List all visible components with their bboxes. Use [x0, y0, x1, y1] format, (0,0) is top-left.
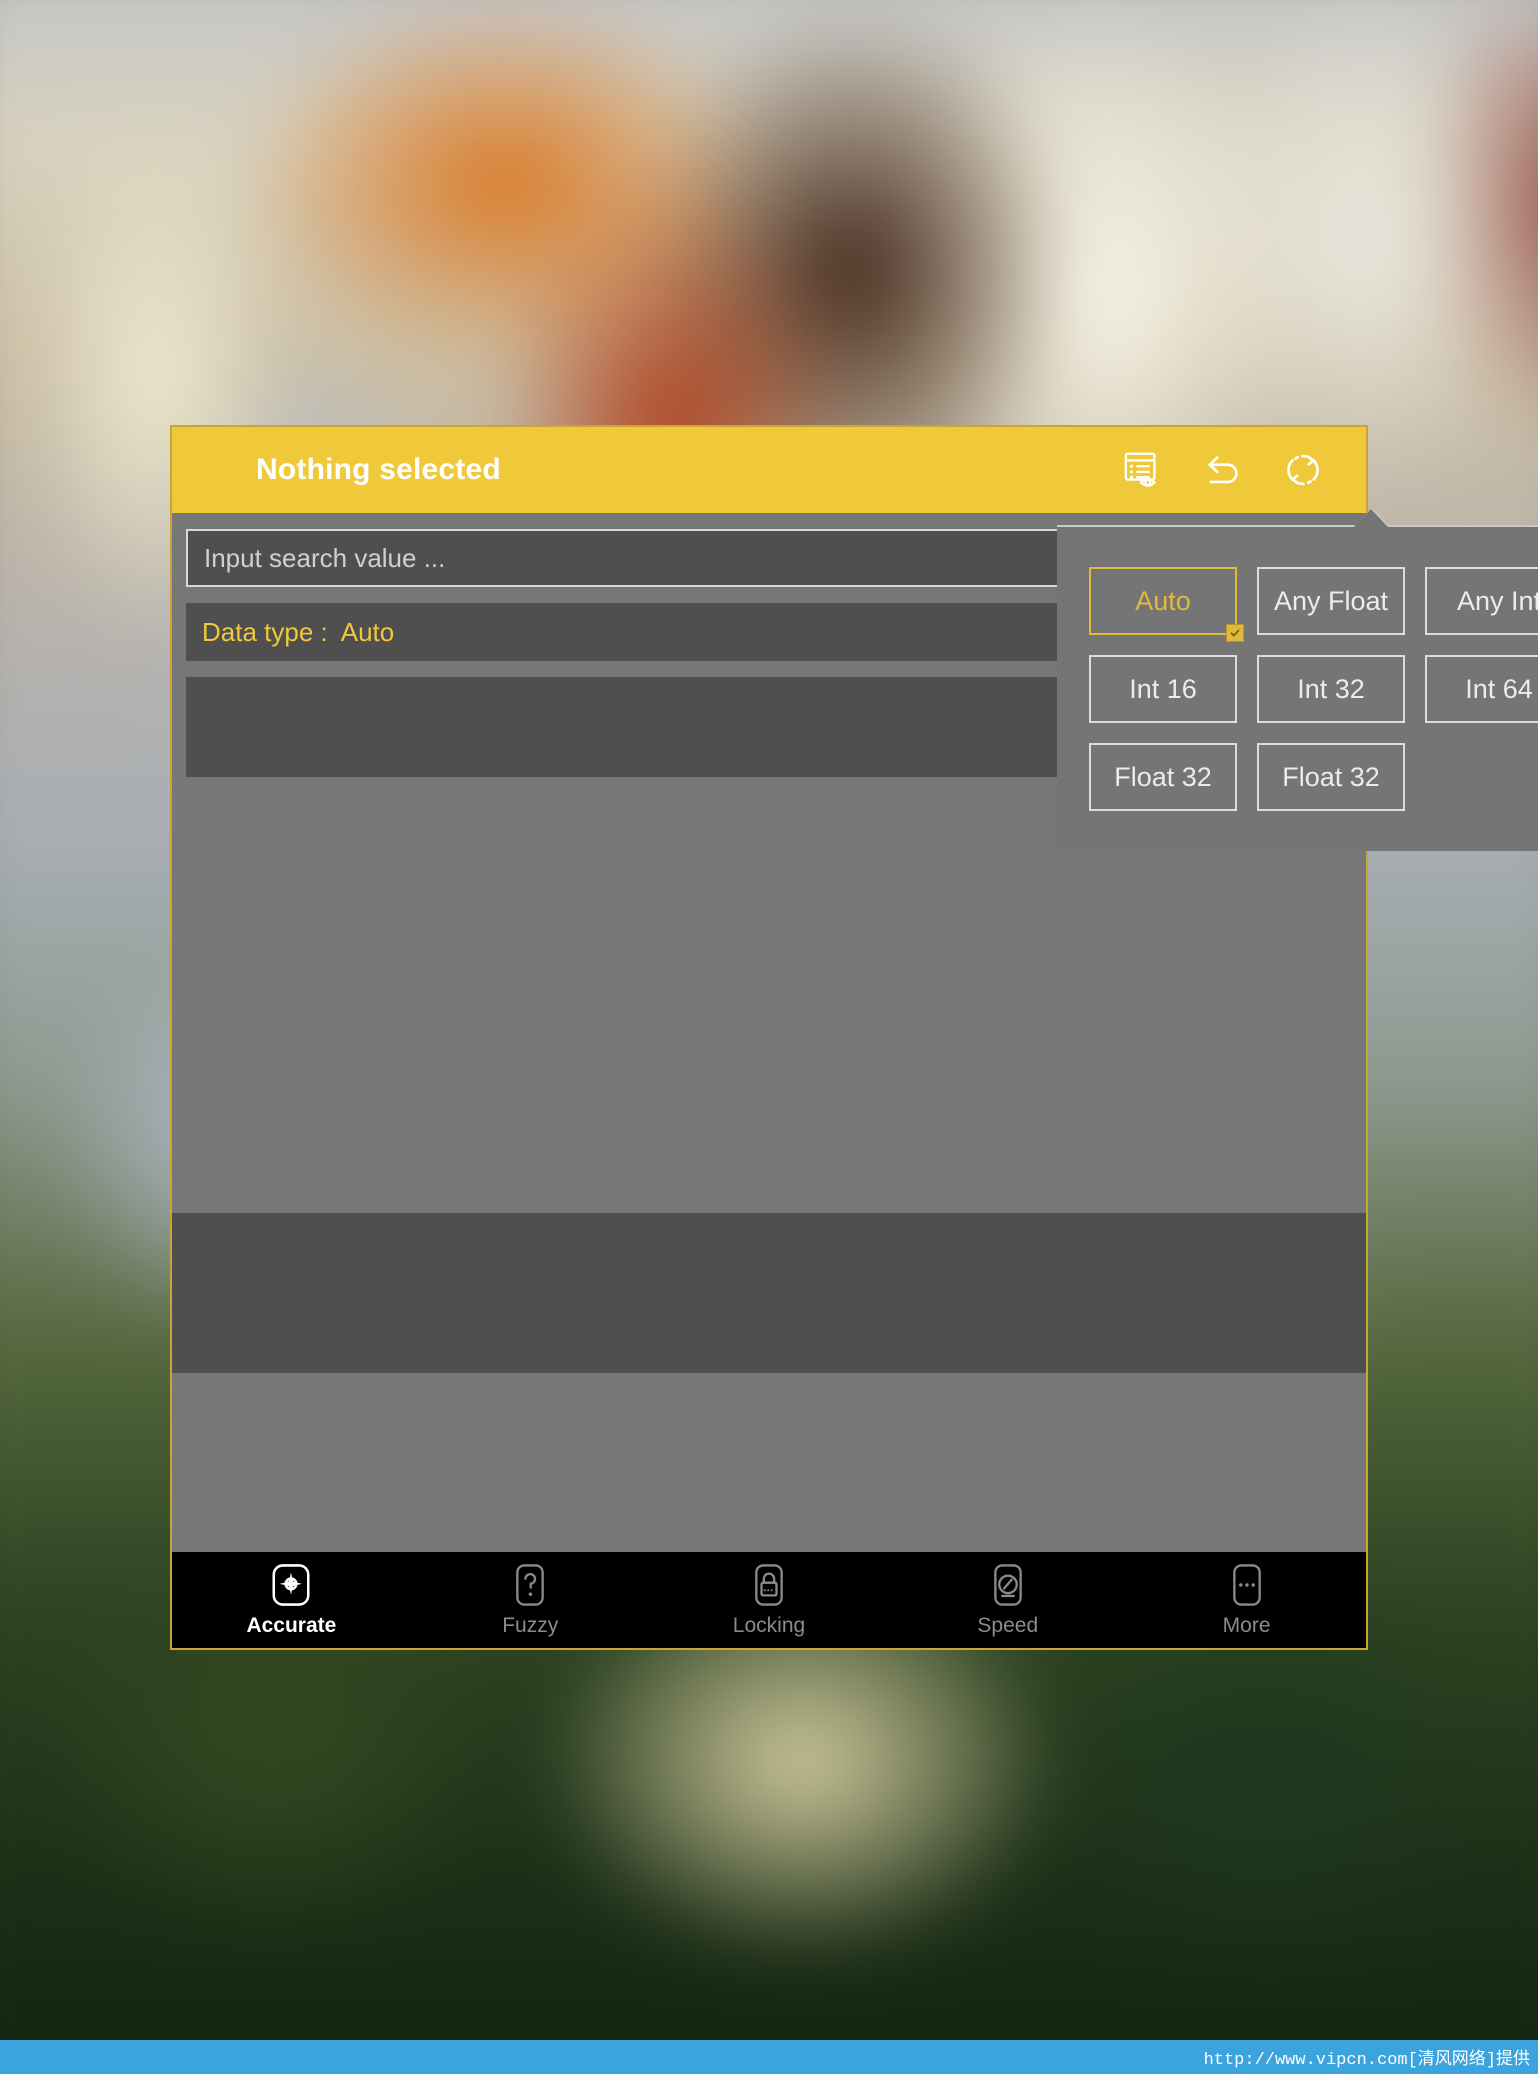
undo-button[interactable] — [1202, 449, 1244, 491]
refresh-icon — [1287, 454, 1319, 486]
page-title: Nothing selected — [256, 453, 501, 486]
title-bar-actions — [1122, 449, 1344, 491]
datatype-option-float-32-b[interactable]: Float 32 — [1257, 743, 1405, 811]
tab-more[interactable]: More — [1127, 1562, 1366, 1638]
title-bar: Nothing selected — [172, 427, 1366, 513]
ellipsis-icon — [1232, 1564, 1261, 1606]
datatype-option-label: Int 32 — [1297, 673, 1365, 704]
datatype-option-label: Int 16 — [1129, 673, 1197, 704]
datatype-option-label: Auto — [1135, 585, 1191, 616]
refresh-button[interactable] — [1282, 449, 1324, 491]
datatype-option-int-16[interactable]: Int 16 — [1089, 655, 1237, 723]
padlock-icon — [755, 1564, 783, 1606]
crosshair-icon — [272, 1564, 310, 1606]
status-band — [172, 1213, 1366, 1373]
tab-locking[interactable]: Locking — [650, 1562, 889, 1638]
tab-speed-label: Speed — [977, 1614, 1039, 1637]
tab-more-label: More — [1222, 1614, 1271, 1637]
datatype-option-int-32[interactable]: Int 32 — [1257, 655, 1405, 723]
tab-accurate[interactable]: Accurate — [172, 1562, 411, 1638]
tab-locking-label: Locking — [732, 1614, 806, 1637]
watermark-text: http://www.vipcn.com[清风网络]提供 — [1203, 2051, 1530, 2070]
datatype-label: Data type : Auto — [202, 616, 395, 647]
datatype-option-float-32-a[interactable]: Float 32 — [1089, 743, 1237, 811]
datatype-popup: Auto Any Float Any Int Int 16 Int 32 Int… — [1057, 508, 1538, 851]
datatype-option-label: Any Float — [1273, 585, 1389, 616]
screen: Nothing selected Input search value ... … — [0, 0, 1538, 2074]
list-view-eye-icon — [1124, 452, 1157, 487]
tab-accurate-label: Accurate — [246, 1614, 337, 1637]
tab-speed[interactable]: Speed — [888, 1562, 1127, 1638]
datatype-option-any-int[interactable]: Any Int — [1425, 567, 1538, 635]
selected-check-badge — [1226, 624, 1244, 642]
datatype-option-grid: Auto Any Float Any Int Int 16 Int 32 Int… — [1089, 567, 1538, 811]
datatype-option-label: Int 64 — [1465, 673, 1533, 704]
bottom-tab-bar: Accurate Fuzzy Locking Speed More — [172, 1552, 1366, 1648]
question-mark-icon — [516, 1564, 544, 1606]
speedometer-icon — [993, 1564, 1022, 1606]
datatype-option-label: Any Int — [1456, 585, 1538, 616]
datatype-option-auto[interactable]: Auto — [1089, 567, 1244, 642]
list-view-eye-button[interactable] — [1122, 449, 1164, 491]
datatype-option-label: Float 32 — [1282, 761, 1380, 792]
check-icon — [1230, 629, 1240, 637]
undo-icon — [1208, 456, 1238, 484]
datatype-option-label: Float 32 — [1114, 761, 1212, 792]
tab-fuzzy-label: Fuzzy — [502, 1614, 559, 1637]
watermark-bar: http://www.vipcn.com[清风网络]提供 — [0, 2040, 1538, 2074]
tab-fuzzy[interactable]: Fuzzy — [411, 1562, 650, 1638]
popup-caret — [1353, 508, 1389, 527]
datatype-option-any-float[interactable]: Any Float — [1257, 567, 1405, 635]
datatype-option-int-64[interactable]: Int 64 — [1425, 655, 1538, 723]
